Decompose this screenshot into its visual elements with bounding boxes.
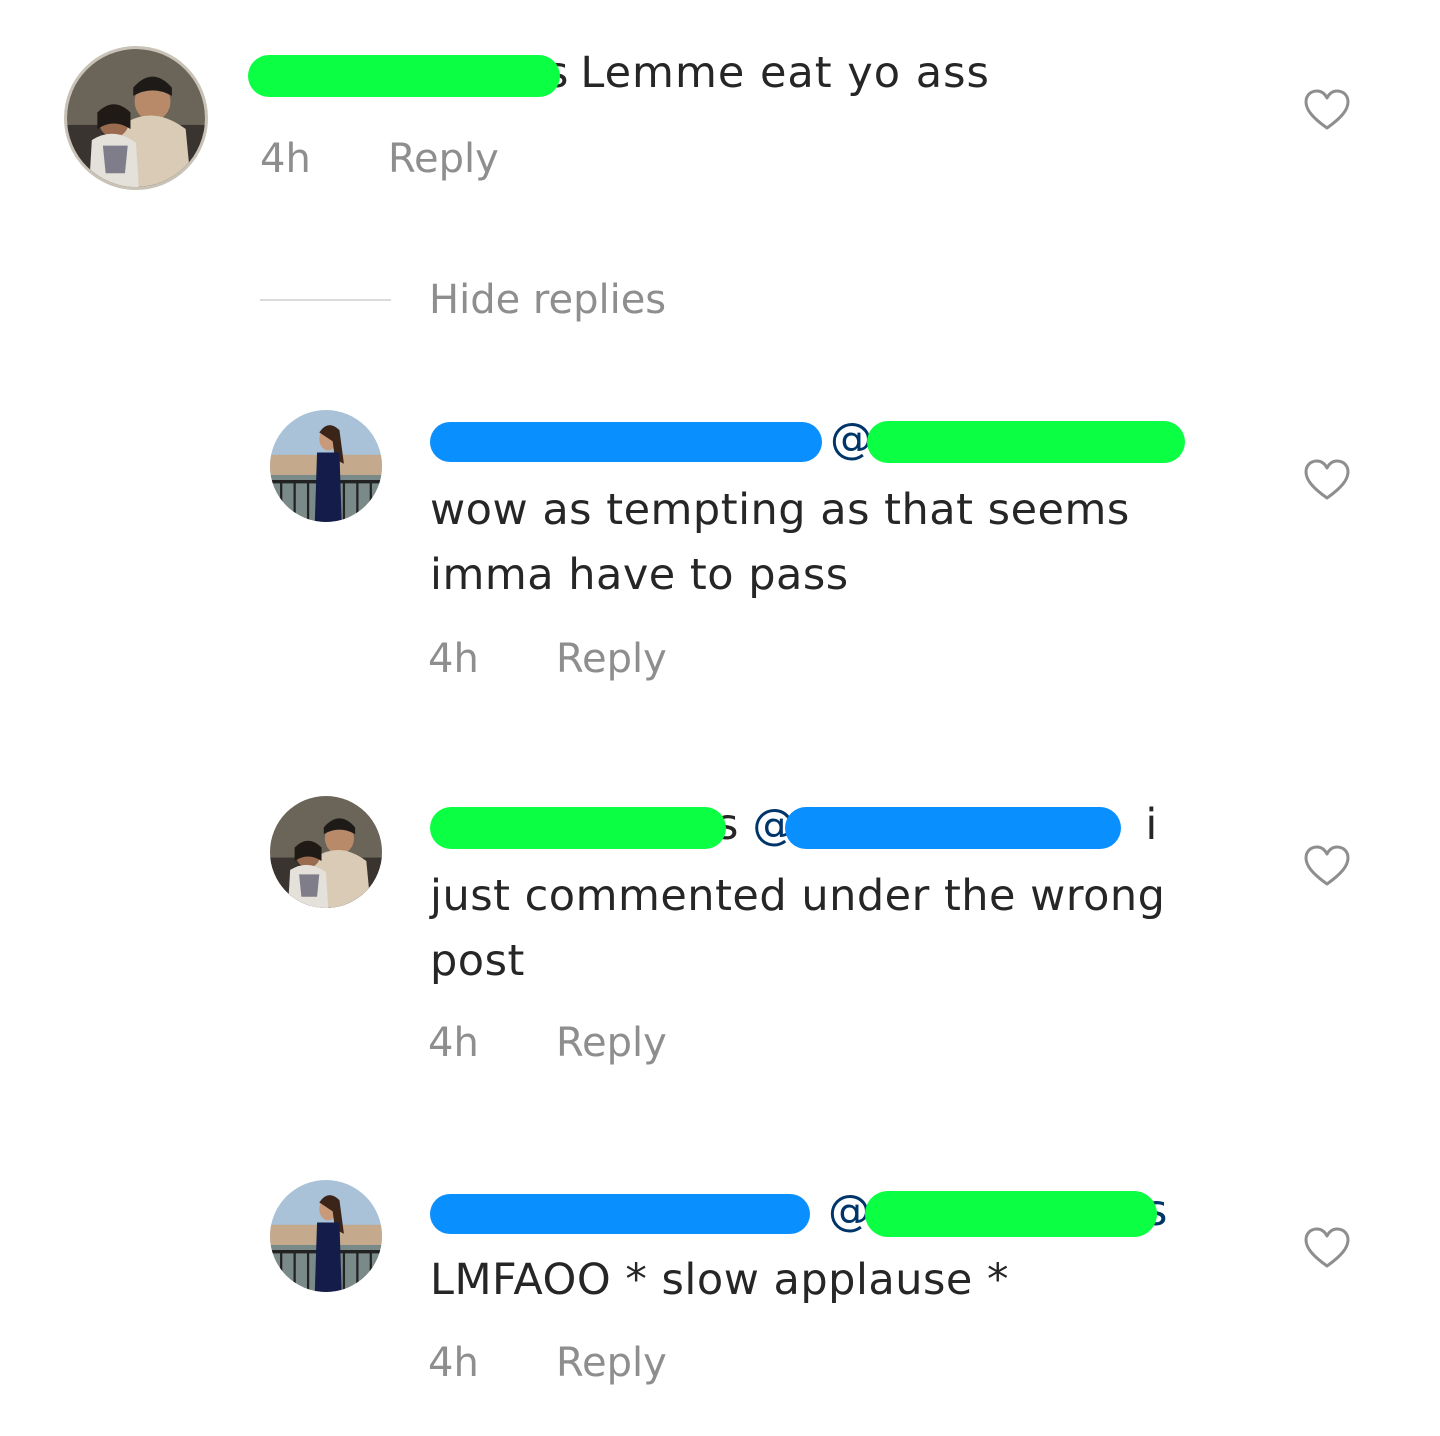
reply-meta: 4h Reply	[428, 636, 667, 682]
reply-text: wow as tempting as that seems imma have …	[430, 478, 1250, 608]
avatar[interactable]	[270, 796, 382, 908]
redacted-mention	[867, 420, 1185, 463]
reply-text: just commented under the wrong post	[430, 864, 1250, 994]
reply-text: LMFAOO * slow applause *	[430, 1248, 1250, 1313]
avatar[interactable]	[270, 1180, 382, 1292]
like-heart-icon[interactable]	[1303, 88, 1351, 132]
like-heart-icon[interactable]	[1303, 844, 1351, 888]
like-heart-icon[interactable]	[1303, 458, 1351, 502]
redacted-mention	[785, 806, 1122, 849]
timestamp: 4h	[260, 136, 311, 182]
reply-header: @s	[430, 412, 1185, 467]
reply-button[interactable]: Reply	[556, 1340, 667, 1386]
avatar[interactable]	[64, 46, 208, 190]
reply-text-start: i	[1145, 800, 1158, 850]
redacted-username	[430, 421, 822, 462]
reply-text-line: wow as tempting as that seems	[430, 485, 1130, 535]
redacted-username	[248, 54, 560, 97]
reply-text-line: imma have to pass	[430, 550, 849, 600]
reply-button[interactable]: Reply	[388, 136, 499, 182]
hide-replies-button[interactable]: Hide replies	[260, 272, 666, 328]
reply-text-line: LMFAOO * slow applause *	[430, 1255, 1010, 1305]
hide-replies-divider	[260, 299, 391, 301]
comment-meta: 4h Reply	[260, 136, 499, 182]
like-heart-icon[interactable]	[1303, 1226, 1351, 1270]
hide-replies-label: Hide replies	[429, 277, 667, 323]
comment-header: sLemme eat yo ass	[248, 46, 990, 101]
redacted-username	[430, 806, 726, 849]
redacted-mention	[865, 1190, 1157, 1237]
reply-header: @s	[430, 1184, 1167, 1239]
timestamp: 4h	[428, 636, 479, 682]
reply-text-line: just commented under the wrong	[430, 871, 1166, 921]
reply-item: @s LMFAOO * slow applause * 4h Reply	[0, 1170, 1440, 1430]
reply-item: @s wow as tempting as that seems imma ha…	[0, 400, 1440, 720]
comment-main: sLemme eat yo ass 4h Reply	[0, 0, 1440, 240]
reply-header: s @ i	[430, 798, 1157, 853]
avatar[interactable]	[270, 410, 382, 522]
reply-text-line: post	[430, 936, 525, 986]
redacted-username	[430, 1193, 810, 1234]
reply-item: s @ i just commented under the wrong post …	[0, 786, 1440, 1106]
reply-button[interactable]: Reply	[556, 636, 667, 682]
comment-text: Lemme eat yo ass	[580, 48, 990, 98]
timestamp: 4h	[428, 1020, 479, 1066]
reply-meta: 4h Reply	[428, 1020, 667, 1066]
reply-meta: 4h Reply	[428, 1340, 667, 1386]
timestamp: 4h	[428, 1340, 479, 1386]
reply-button[interactable]: Reply	[556, 1020, 667, 1066]
